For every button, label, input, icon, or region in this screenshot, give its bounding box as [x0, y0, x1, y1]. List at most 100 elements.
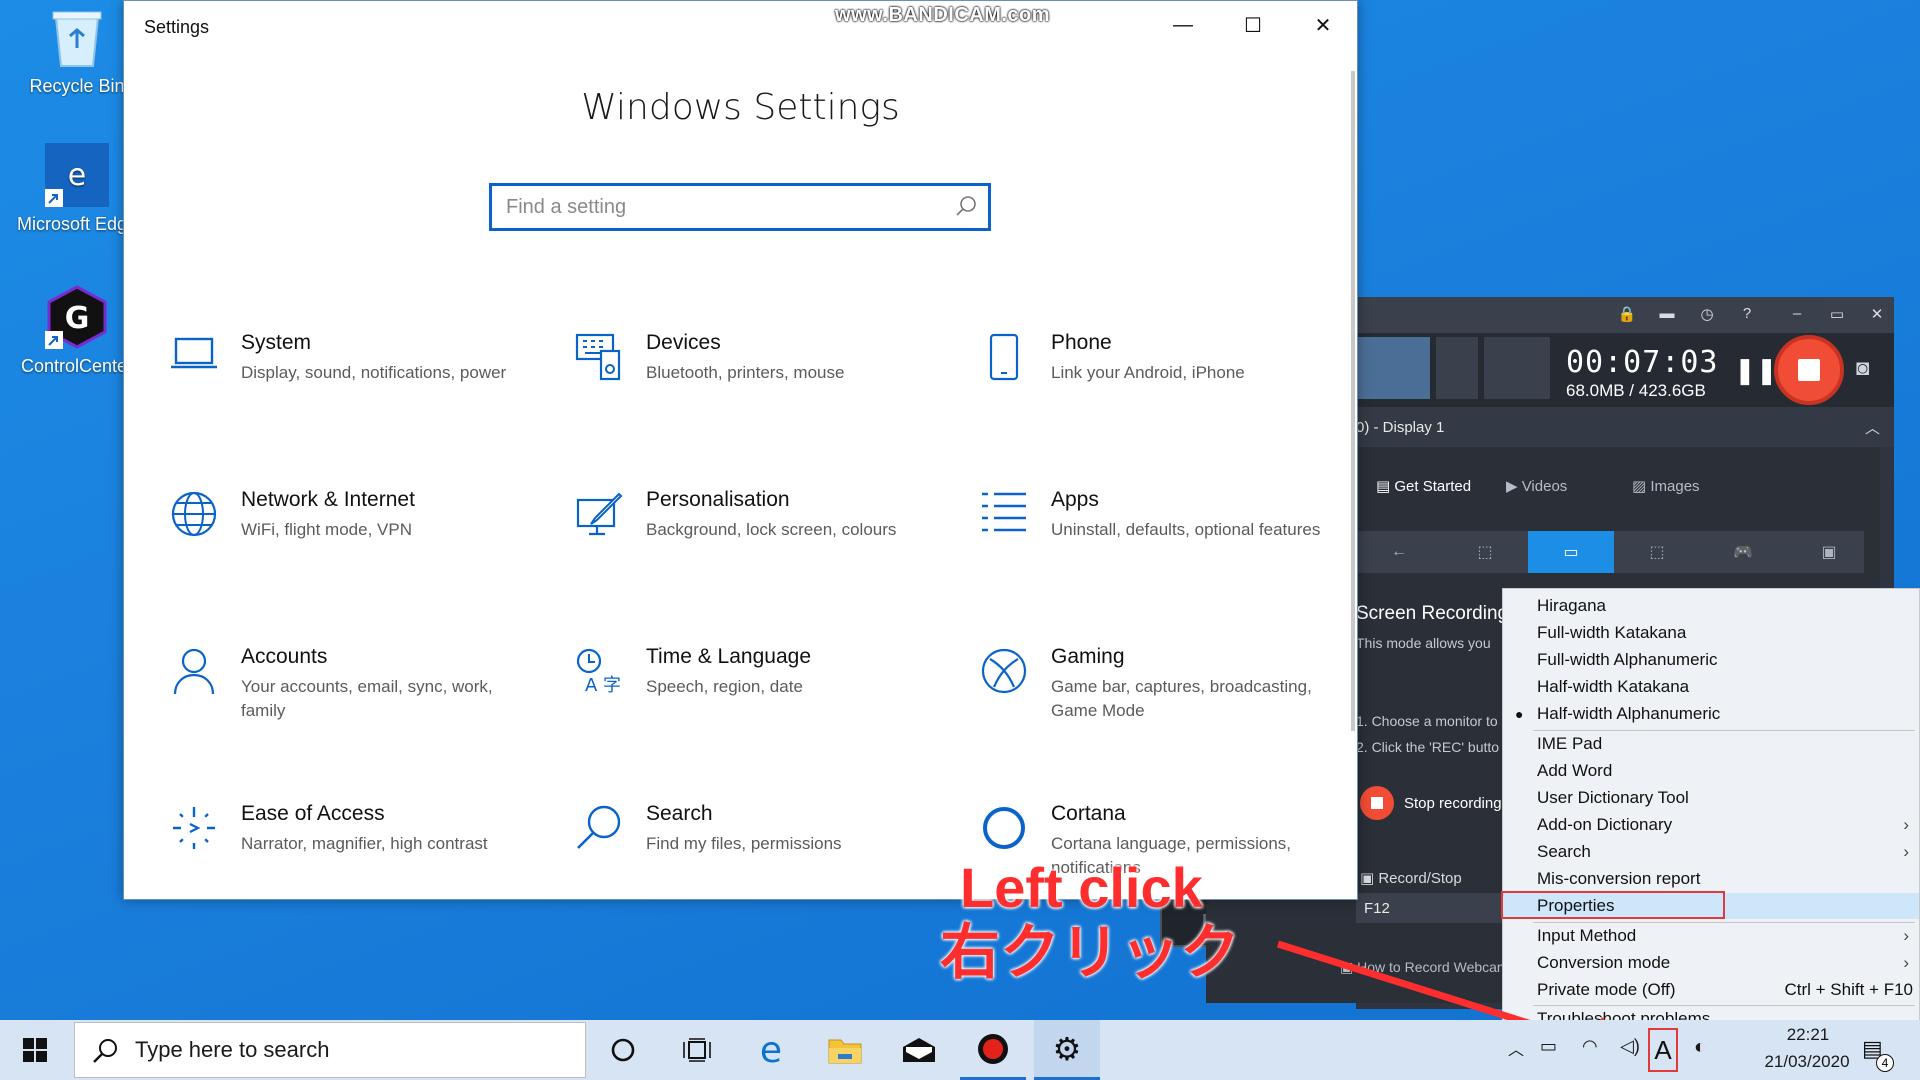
battery-icon[interactable]: ▭ — [1540, 1036, 1557, 1057]
tab-get-started[interactable]: ▤ Get Started — [1376, 477, 1471, 495]
tile-description: Background, lock screen, colours — [646, 520, 897, 539]
back-arrow-icon[interactable]: ← — [1356, 531, 1442, 573]
tile-description: Uninstall, defaults, optional features — [1051, 520, 1321, 539]
hdmi-mode-icon[interactable] — [1356, 337, 1430, 399]
restore-icon[interactable]: ▭ — [1822, 305, 1852, 325]
microphone-icon[interactable] — [1436, 337, 1478, 399]
wifi-icon[interactable]: ◠ — [1582, 1036, 1598, 1057]
svg-text:e: e — [68, 158, 86, 193]
stop-recording-label: Stop recording — [1404, 794, 1502, 812]
tile-description: Narrator, magnifier, high contrast — [241, 834, 488, 853]
help-icon[interactable]: ? — [1732, 305, 1762, 325]
menu-item-ime-pad[interactable]: IME Pad — [1503, 731, 1919, 757]
tutorial-annotation: Left click 右クリック — [940, 858, 1240, 988]
mail-icon[interactable] — [886, 1020, 952, 1080]
tile-title: Search — [646, 802, 713, 825]
rectangle-mode-icon[interactable]: ⬚ — [1442, 531, 1528, 573]
tile-title: Apps — [1051, 488, 1099, 511]
game-mode-icon[interactable]: 🎮 — [1700, 531, 1786, 573]
menu-item-label: Search — [1537, 842, 1591, 861]
clock-date[interactable]: 21/03/2020 — [1740, 1052, 1874, 1072]
ime-status-icon[interactable]: ◐ — [1694, 1036, 1706, 1059]
tile-description: Bluetooth, printers, mouse — [646, 363, 845, 382]
menu-item-search[interactable]: Search › — [1503, 839, 1919, 865]
xbox-icon — [977, 647, 1031, 701]
menu-item-half-width-katakana[interactable]: Half-width Katakana — [1503, 674, 1919, 700]
webcam-icon[interactable] — [1484, 337, 1550, 399]
display-label: 0) - Display 1 — [1356, 419, 1445, 436]
lock-icon[interactable]: 🔒 — [1612, 305, 1642, 325]
minimize-button[interactable]: — — [1148, 1, 1218, 49]
apps-list-icon — [977, 490, 1031, 544]
stop-icon — [1360, 786, 1394, 820]
search-icon — [572, 804, 626, 858]
menu-item-hiragana[interactable]: Hiragana — [1503, 593, 1919, 619]
chevron-up-icon[interactable]: ︿ — [1865, 417, 1880, 438]
tile-title: Time & Language — [646, 645, 811, 668]
menu-item-shortcut: Ctrl + Shift + F10 — [1784, 980, 1914, 999]
annotation-line-2: 右クリック — [940, 919, 1240, 986]
maximize-button[interactable]: ☐ — [1218, 1, 1288, 49]
tile-title: System — [241, 331, 312, 354]
paint-icon — [572, 490, 626, 544]
mode-bar: ← ⬚ ▭ ⬚ 🎮 ▣ — [1356, 531, 1864, 573]
chevron-right-icon: › — [1903, 926, 1909, 945]
close-button[interactable]: ✕ — [1288, 1, 1357, 49]
tile-title: Gaming — [1051, 645, 1125, 668]
camera-icon[interactable]: ◙ — [1856, 355, 1869, 381]
region-mode-icon[interactable]: ⬚ — [1614, 531, 1700, 573]
pause-icon[interactable]: ❚❚ — [1734, 355, 1778, 386]
settings-taskbar-icon[interactable]: ⚙ — [1034, 1020, 1100, 1080]
bandicam-watermark: www.BANDICAM.com — [835, 4, 1051, 26]
volume-icon[interactable]: ◁) — [1620, 1036, 1640, 1057]
scrollbar[interactable] — [1351, 71, 1355, 731]
file-explorer-icon[interactable] — [812, 1020, 878, 1080]
tile-description: Speech, region, date — [646, 677, 803, 696]
menu-item-properties[interactable]: Properties — [1501, 891, 1919, 919]
tab-images[interactable]: ▨ Images — [1632, 477, 1700, 495]
highlight-box — [1501, 891, 1725, 919]
laptop-icon — [167, 333, 221, 387]
tile-description: Game bar, captures, broadcasting, Game M… — [1051, 677, 1312, 720]
hotkey-field[interactable]: F12 — [1356, 893, 1506, 923]
stop-record-button[interactable] — [1774, 335, 1844, 405]
close-icon[interactable]: ✕ — [1862, 305, 1892, 325]
page-title: Windows Settings — [581, 87, 900, 128]
search-input[interactable]: Find a setting — [489, 183, 991, 231]
menu-item-full-width-katakana[interactable]: Full-width Katakana — [1503, 620, 1919, 646]
screen-recording-heading: Screen Recording — [1356, 603, 1509, 624]
show-hidden-icons-icon[interactable]: ︿ — [1508, 1036, 1524, 1060]
menu-item-add-word[interactable]: Add Word — [1503, 758, 1919, 784]
cortana-button[interactable] — [590, 1020, 656, 1080]
step-1: 1. Choose a monitor to — [1356, 713, 1498, 729]
menu-item-half-width-alphanumeric[interactable]: ● Half-width Alphanumeric — [1503, 701, 1919, 727]
stop-icon — [1798, 359, 1820, 381]
clock-icon[interactable]: ◷ — [1692, 305, 1722, 325]
edge-taskbar-icon[interactable]: e — [738, 1020, 804, 1080]
settings-window[interactable]: Settings — ☐ ✕ Windows Settings Find a s… — [123, 0, 1358, 900]
taskbar-search-box[interactable]: Type here to search — [74, 1022, 586, 1078]
minimize-icon[interactable]: – — [1782, 305, 1812, 325]
bandicam-taskbar-icon[interactable] — [960, 1020, 1026, 1080]
tile-title: Cortana — [1051, 802, 1126, 825]
person-icon — [167, 647, 221, 701]
menu-item-full-width-alphanumeric[interactable]: Full-width Alphanumeric — [1503, 647, 1919, 673]
ime-mode-indicator[interactable]: A — [1648, 1028, 1678, 1072]
search-icon — [954, 194, 978, 224]
svg-text:A: A — [585, 675, 598, 695]
folder-icon[interactable]: ▬ — [1652, 305, 1682, 325]
fullscreen-mode-icon[interactable]: ▭ — [1528, 531, 1614, 573]
time-language-icon: A字 — [572, 647, 626, 701]
record-stop-label: ▣ Record/Stop — [1360, 870, 1462, 887]
menu-item-user-dictionary-tool[interactable]: User Dictionary Tool — [1503, 785, 1919, 811]
clock-time[interactable]: 22:21 — [1756, 1025, 1860, 1045]
window-title: Settings — [144, 17, 210, 37]
device-mode-icon[interactable]: ▣ — [1786, 531, 1872, 573]
menu-item-add-on-dictionary[interactable]: Add-on Dictionary › — [1503, 812, 1919, 838]
task-view-button[interactable] — [664, 1020, 730, 1080]
menu-item-mis-conversion-report[interactable]: Mis-conversion report — [1503, 866, 1919, 892]
recording-size: 68.0MB / 423.6GB — [1566, 381, 1706, 400]
logitech-g-icon: G — [44, 284, 110, 350]
tab-videos[interactable]: ▶ Videos — [1506, 477, 1567, 495]
start-button[interactable] — [2, 1020, 68, 1080]
